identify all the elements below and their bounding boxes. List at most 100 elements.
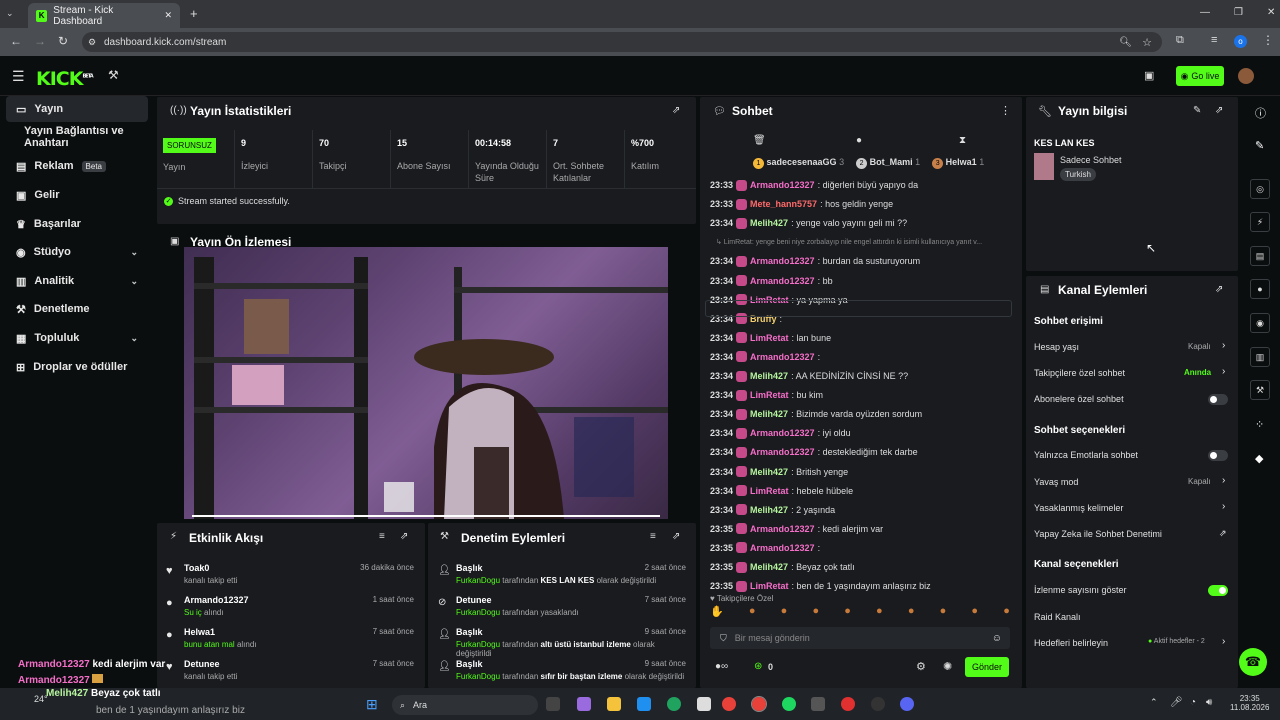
chevron-right-icon[interactable]: › <box>1222 366 1225 377</box>
rail-dots-icon[interactable]: ⁘ <box>1255 418 1264 431</box>
chevron-right-icon[interactable]: › <box>1222 501 1225 512</box>
chat-message[interactable]: 23:34 Armando12327: burdan da susturuyoru… <box>710 252 1015 270</box>
emoji-icon[interactable]: ☺ <box>992 633 1002 644</box>
go-live-button[interactable]: ◉ Go live <box>1176 66 1224 86</box>
back-icon[interactable]: ← <box>10 34 22 48</box>
chat-message[interactable]: 23:34 LimRetat: bu kim <box>710 386 1015 404</box>
account-age-label[interactable]: Hesap yaşı <box>1034 342 1079 352</box>
chat-message[interactable]: 23:34 Melih427: Bizimde varda oyüzden sor… <box>710 405 1015 423</box>
chevron-right-icon[interactable]: › <box>1222 340 1225 351</box>
message-user[interactable]: Mete_hann5757 <box>750 199 817 209</box>
message-user[interactable]: Melih427 <box>750 371 788 381</box>
zoom-icon[interactable]: 🔍︎ <box>1119 37 1132 48</box>
discord-icon[interactable] <box>900 697 914 711</box>
chat-input[interactable]: ⛉ Bir mesaj gönderin ☺ <box>710 627 1010 649</box>
top-chatter[interactable]: 2 Bot_Mami 1 <box>856 157 920 169</box>
message-user[interactable]: Armando12327 <box>750 256 815 266</box>
chevron-right-icon[interactable]: › <box>1222 475 1225 486</box>
support-chat-button[interactable]: ☎ <box>1239 648 1267 676</box>
app-icon[interactable] <box>871 697 885 711</box>
filter-icon[interactable]: ≡ <box>650 531 656 542</box>
message-user[interactable]: Melih427 <box>750 218 788 228</box>
chat-message[interactable]: 23:34 Armando12327: iyi oldu <box>710 424 1015 442</box>
mic-icon[interactable]: 🎤︎ <box>1170 697 1183 708</box>
sidebar-item-stream-key[interactable]: Yayın Bağlantısı ve Anahtarı <box>6 124 148 150</box>
hamburger-menu-icon[interactable]: ☰ <box>12 68 25 85</box>
trash-icon[interactable]: 🗑︎ <box>753 135 766 146</box>
rail-broadcast-icon[interactable]: ◉ <box>1250 313 1270 333</box>
channel-points-icon[interactable]: ●∞ <box>715 661 728 672</box>
emote-icon[interactable]: ● <box>971 605 978 623</box>
chat-message[interactable]: 23:34 LimRetat: lan bune <box>710 329 1015 347</box>
sidebar-item-studio[interactable]: ◉ Stüdyo ⌄ <box>6 239 148 265</box>
gear-icon[interactable]: ⚙ <box>916 660 926 673</box>
browser-tab[interactable]: K Stream - Kick Dashboard ✕ <box>28 3 180 28</box>
close-window-icon[interactable]: ✕ <box>1267 7 1275 18</box>
chat-message[interactable]: 23:34 Armando12327: desteklediğim tek dar… <box>710 443 1015 461</box>
bookmark-star-icon[interactable]: ☆ <box>1142 36 1152 49</box>
info-icon[interactable]: ⓘ <box>1255 105 1266 121</box>
message-user[interactable]: Armando12327 <box>750 524 815 534</box>
rail-list-icon[interactable]: ▥ <box>1250 347 1270 367</box>
obs-icon[interactable] <box>841 697 855 711</box>
volume-icon[interactable]: 🔊︎ <box>1206 697 1212 708</box>
emote-icon[interactable]: ● <box>1003 605 1010 623</box>
rail-camera-icon[interactable]: ◎ <box>1250 179 1270 199</box>
maximize-icon[interactable]: ❐ <box>1234 7 1243 18</box>
external-link-icon[interactable]: ⇗ <box>1219 528 1227 539</box>
emote-icon[interactable]: ● <box>940 605 947 623</box>
message-user[interactable]: Melih427 <box>750 505 788 515</box>
edit-icon[interactable]: ✎ <box>1255 139 1264 152</box>
chat-message[interactable]: 23:34 Melih427: AA KEDİNİZİN CİNSİ NE ?? <box>710 367 1015 385</box>
message-user[interactable]: Armando12327 <box>750 447 815 457</box>
chrome-active-icon[interactable] <box>751 696 767 712</box>
message-user[interactable]: LimRetat <box>750 390 789 400</box>
sidebar-item-revenue[interactable]: ▣ Gelir <box>6 182 148 208</box>
chrome-icon[interactable] <box>722 697 736 711</box>
emote-icon[interactable]: ● <box>876 605 883 623</box>
ai-mod-label[interactable]: Yapay Zeka ile Sohbet Denetimi <box>1034 529 1162 539</box>
stream-preview-video[interactable] <box>184 247 668 519</box>
extensions-icon[interactable]: ⧉ <box>1176 34 1184 47</box>
chat-message[interactable]: 23:34 Armando12327: <box>710 348 1015 366</box>
emote-icon[interactable]: ● <box>749 605 756 623</box>
chat-message[interactable]: 23:35 Armando12327: <box>710 539 1015 557</box>
terminal-icon[interactable] <box>811 697 825 711</box>
filter-icon[interactable]: ≡ <box>379 531 385 542</box>
tools-icon[interactable]: ⚒ <box>108 68 119 82</box>
store-icon[interactable] <box>697 697 711 711</box>
popout-icon[interactable]: ⇗ <box>1215 105 1223 116</box>
wifi-icon[interactable]: ◔ <box>1190 697 1196 708</box>
clock[interactable]: 23:35 11.08.2026 <box>1230 694 1269 712</box>
emote-icon[interactable]: ● <box>781 605 788 623</box>
followers-chat-label[interactable]: Takipçilere özel sohbet <box>1034 368 1125 378</box>
edit-icon[interactable]: ✎ <box>1193 105 1201 116</box>
minimize-icon[interactable]: — <box>1200 7 1210 18</box>
sidebar-item-achievements[interactable]: ♛ Başarılar <box>6 211 148 237</box>
studio-icon[interactable]: ▣ <box>1144 69 1154 82</box>
sidebar-item-stream[interactable]: ▭ Yayın <box>6 96 148 122</box>
site-info-icon[interactable]: ⚙ <box>88 37 96 48</box>
banned-words-label[interactable]: Yasaklanmış kelimeler <box>1034 503 1123 513</box>
emote-icon[interactable]: ● <box>812 605 819 623</box>
sidebar-item-analytics[interactable]: ▥ Analitik ⌄ <box>6 268 148 294</box>
tray-chevron-icon[interactable]: ⌃ <box>1150 697 1158 708</box>
chat-message[interactable]: ↳ LimRetat: yenge beni niye zorbalayıp n… <box>710 233 1015 251</box>
forward-icon[interactable]: → <box>34 34 46 48</box>
chat-icon[interactable]: ● <box>856 135 862 146</box>
copilot-icon[interactable] <box>577 697 591 711</box>
kick-logo[interactable]: KICKBETA <box>36 68 94 90</box>
raid-label[interactable]: Raid Kanalı <box>1034 612 1081 622</box>
file-explorer-icon[interactable] <box>607 697 621 711</box>
chat-message[interactable]: 23:34 Melih427: 2 yaşında <box>710 501 1015 519</box>
message-user[interactable]: LimRetat <box>750 486 789 496</box>
emote-only-toggle[interactable] <box>1208 450 1228 461</box>
popout-icon[interactable]: ⇗ <box>672 531 680 542</box>
message-user[interactable]: Armando12327 <box>750 352 815 362</box>
chat-message[interactable]: 23:34 Armando12327: bb <box>710 272 1015 290</box>
chat-message[interactable]: 23:34 LimRetat: hebele hübele <box>710 482 1015 500</box>
top-chatter[interactable]: 1 sadecesenaaGG 3 <box>753 157 844 169</box>
message-user[interactable]: Armando12327 <box>750 276 815 286</box>
send-button[interactable]: Gönder <box>965 657 1009 677</box>
top-chatter[interactable]: 3 Helwa1 1 <box>932 157 984 169</box>
